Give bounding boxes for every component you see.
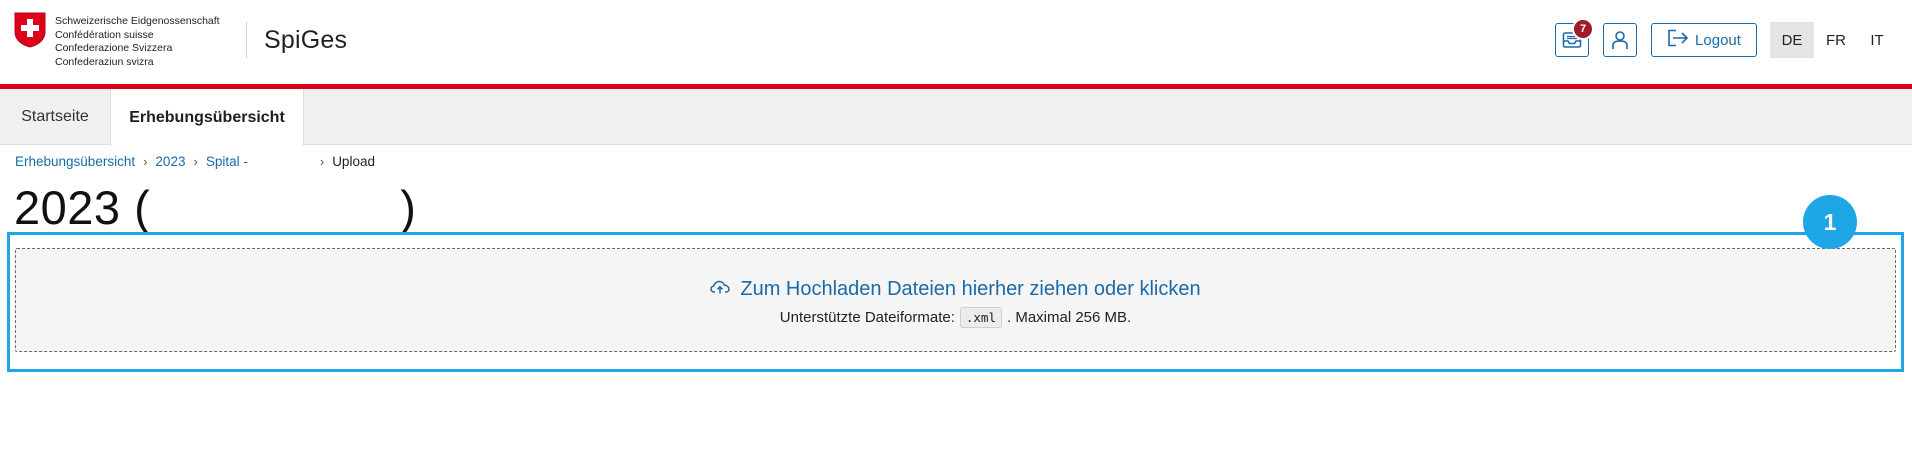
dropzone-info: Unterstützte Dateiformate: .xml . Maxima… [16,307,1895,328]
formats-prefix: Unterstützte Dateiformate: [779,309,955,326]
step-marker: 1 [1803,195,1857,249]
language-de[interactable]: DE [1770,22,1814,58]
breadcrumb-separator: › [143,154,148,169]
confederation-line-rm: Confederaziun svizra [55,55,154,68]
logout-label: Logout [1695,31,1741,49]
app-name[interactable]: SpiGes [264,26,347,55]
dropzone-prompt[interactable]: Zum Hochladen Dateien hierher ziehen ode… [16,278,1895,301]
page-title: 2023 () [14,180,416,235]
language-it[interactable]: IT [1855,22,1899,58]
confederation-line-fr: Confédération suisse [55,28,154,41]
formats-suffix: . Maximal 256 MB. [1006,309,1132,326]
user-profile-button[interactable] [1603,23,1637,57]
tab-startseite[interactable]: Startseite [0,89,110,145]
breadcrumb-separator: › [193,154,198,169]
main-navigation: Startseite Erhebungsübersicht [0,89,1912,146]
dropzone-main-text: Zum Hochladen Dateien hierher ziehen ode… [740,278,1201,300]
breadcrumb-separator: › [319,154,325,169]
confederation-name: Schweizerische Eidgenossenschaft Confédé… [55,15,220,69]
logout-button[interactable]: Logout [1651,23,1757,57]
format-code: .xml [959,307,1002,328]
breadcrumb-spital[interactable]: Spital - [206,154,248,169]
user-icon [1611,30,1629,50]
file-dropzone[interactable]: Zum Hochladen Dateien hierher ziehen ode… [15,248,1896,352]
swiss-cross-icon[interactable] [14,12,46,48]
breadcrumb-current: Upload [332,154,375,169]
breadcrumb-erhebungsuebersicht[interactable]: Erhebungsübersicht [15,154,135,169]
site-header: Schweizerische Eidgenossenschaft Confédé… [0,0,1912,84]
header-divider [246,22,247,58]
logout-icon [1667,29,1689,51]
tab-erhebungsuebersicht[interactable]: Erhebungsübersicht [110,89,304,146]
page-title-start: 2023 ( [14,181,151,234]
breadcrumb: Erhebungsübersicht › 2023 › Spital - › U… [15,154,375,169]
language-fr[interactable]: FR [1814,22,1858,58]
breadcrumb-year[interactable]: 2023 [155,154,185,169]
cloud-upload-icon [710,278,731,301]
confederation-line-de: Schweizerische Eidgenossenschaft [55,15,220,27]
confederation-line-it: Confederazione Svizzera [55,42,173,54]
page-title-end: ) [400,181,417,234]
notification-badge: 7 [1572,18,1594,40]
